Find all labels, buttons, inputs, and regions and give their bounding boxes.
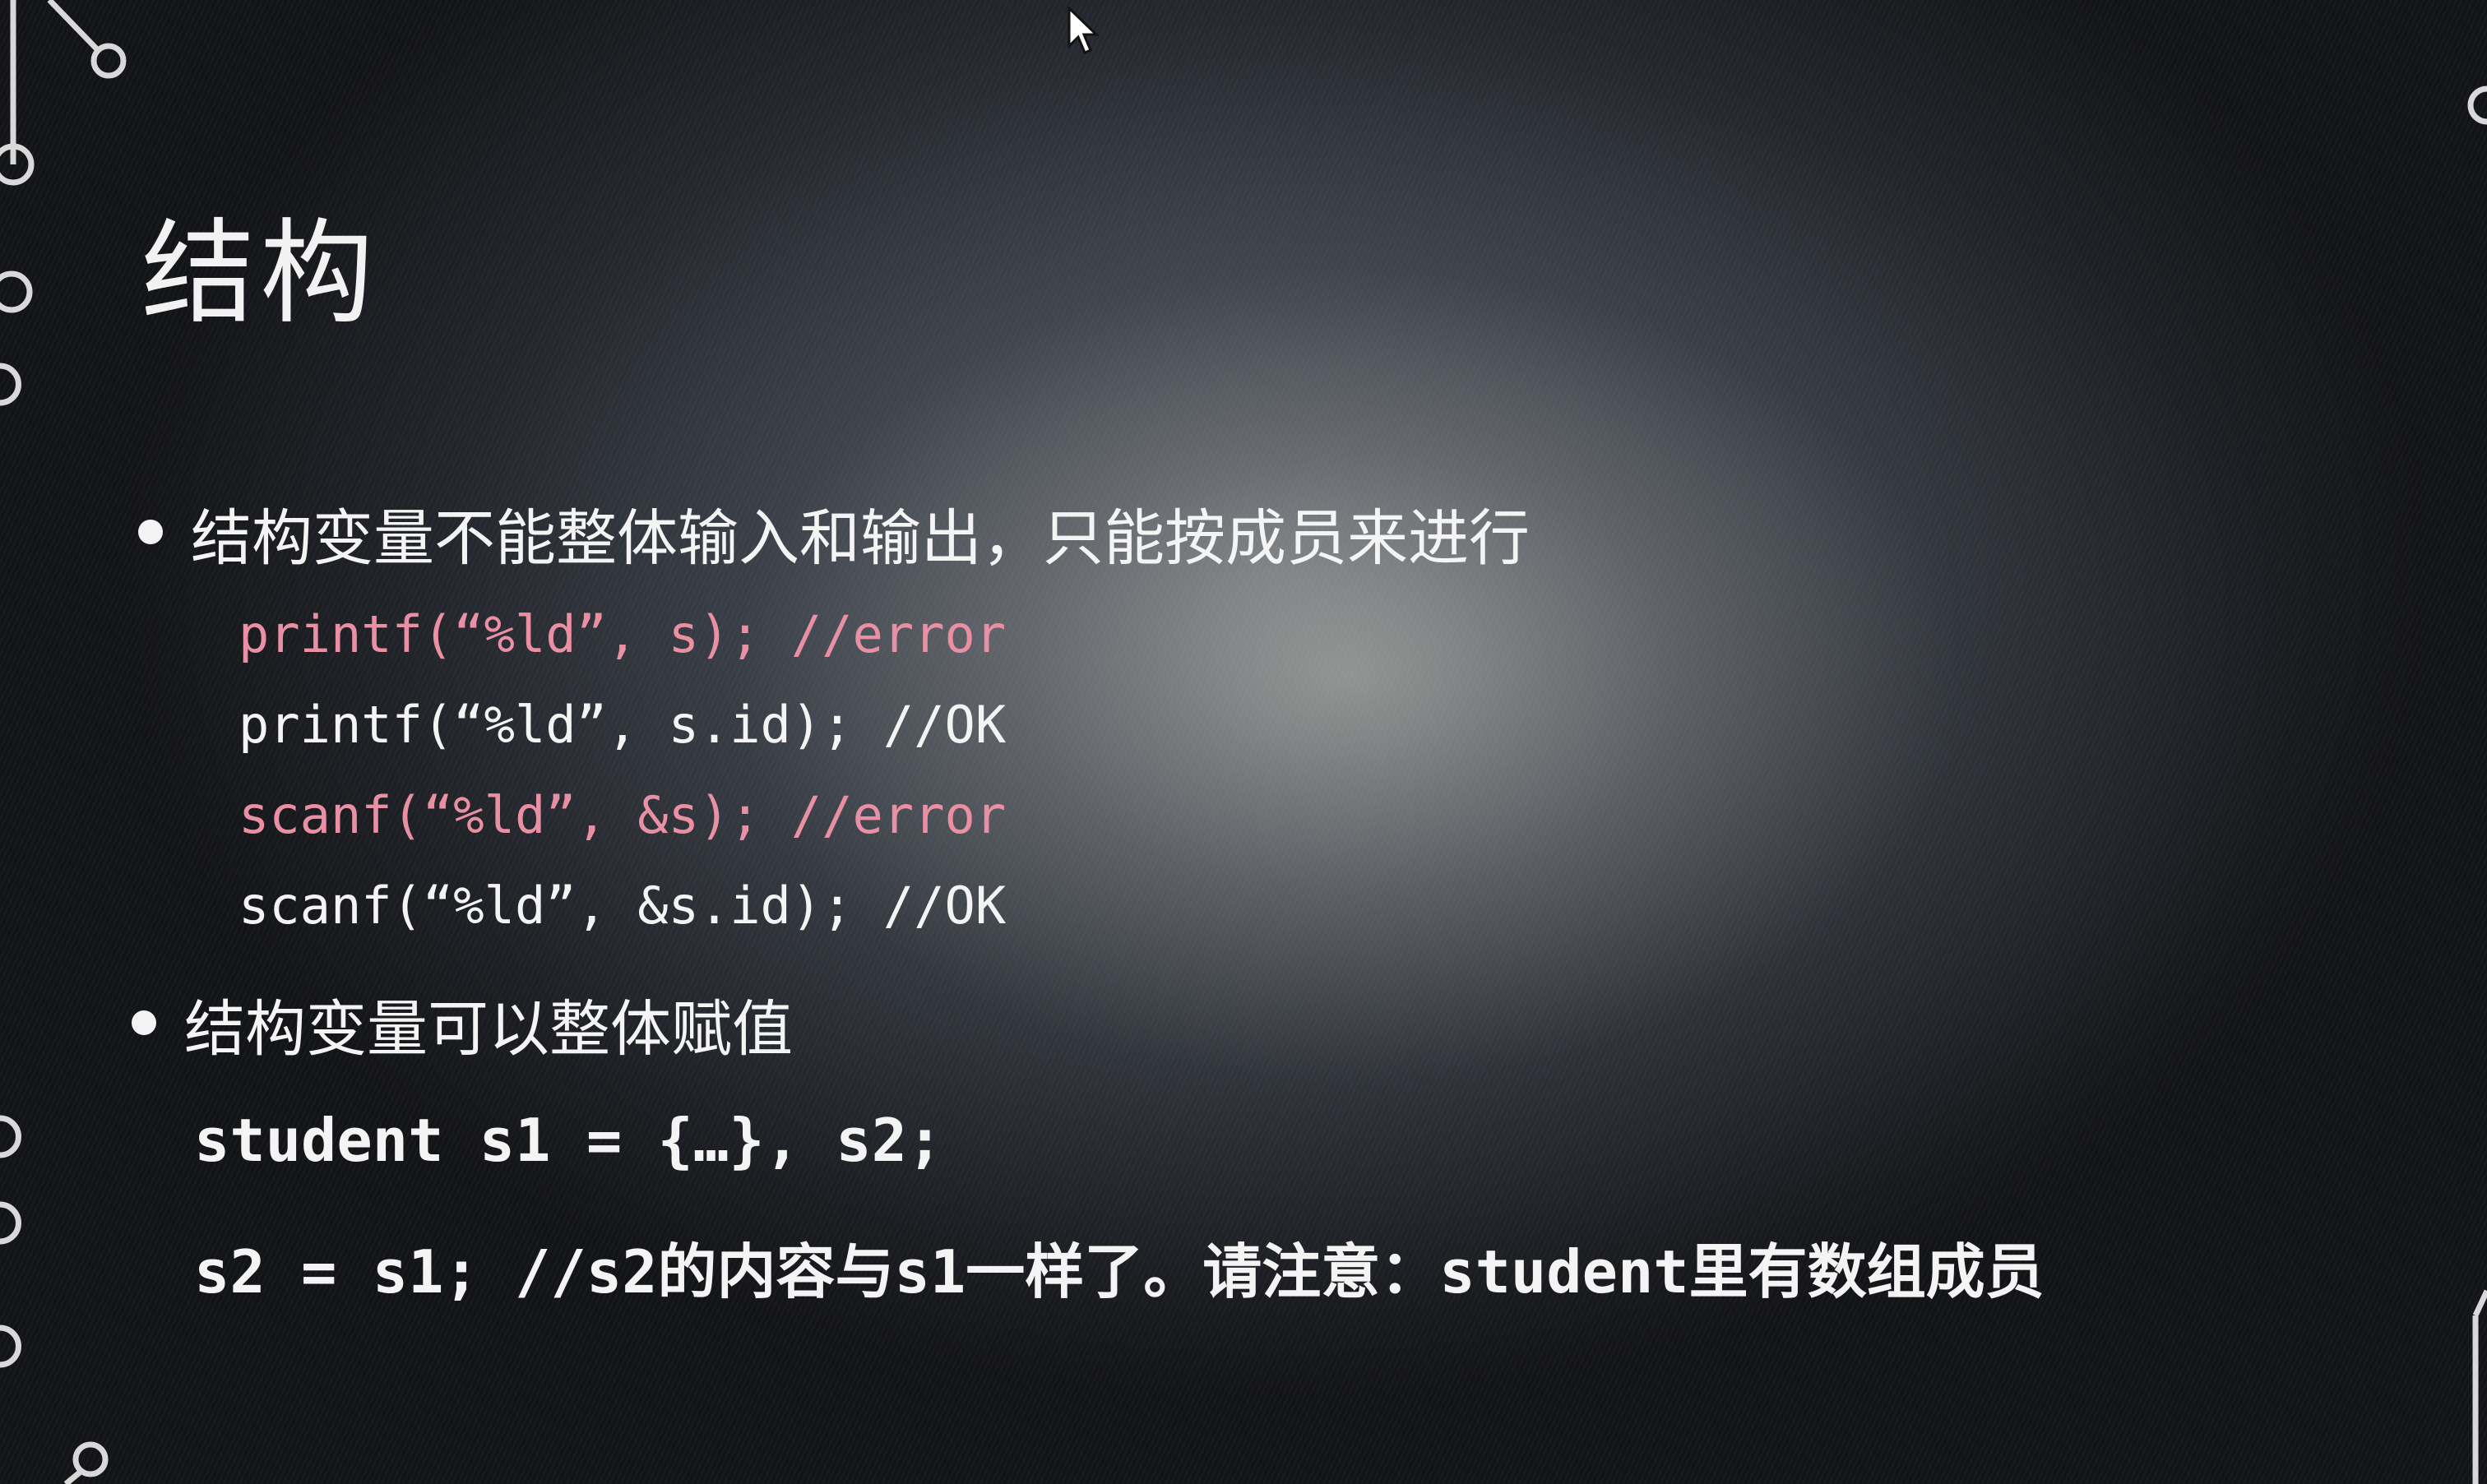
- bullet-text: 结构变量可以整体赋值: [184, 994, 793, 1065]
- bullet-text: 结构变量不能整体输入和输出，只能按成员来进行: [191, 503, 1530, 574]
- bullet-item: 结构变量不能整体输入和输出，只能按成员来进行: [138, 489, 1530, 577]
- bullet-item: 结构变量可以整体赋值: [132, 980, 793, 1068]
- code-line: student s1 = {…}, s2;: [194, 1106, 943, 1175]
- code-line: printf(“%ld”, s); //error: [239, 604, 1007, 664]
- presentation-slide: 结构 结构变量不能整体输入和输出，只能按成员来进行 printf(“%ld”, …: [0, 0, 2487, 1484]
- slide-title: 结构: [141, 207, 379, 340]
- code-line: scanf(“%ld”, &s.id); //OK: [239, 876, 1007, 936]
- mouse-pointer-icon: [1068, 7, 1100, 54]
- bullet-dot-icon: [138, 520, 163, 545]
- code-line: s2 = s1; //s2的内容与s1一样了。请注意：student里有数组成员: [194, 1237, 2045, 1306]
- code-line: printf(“%ld”, s.id); //OK: [239, 695, 1007, 755]
- bullet-dot-icon: [132, 1010, 156, 1036]
- code-line: scanf(“%ld”, &s); //error: [239, 785, 1007, 845]
